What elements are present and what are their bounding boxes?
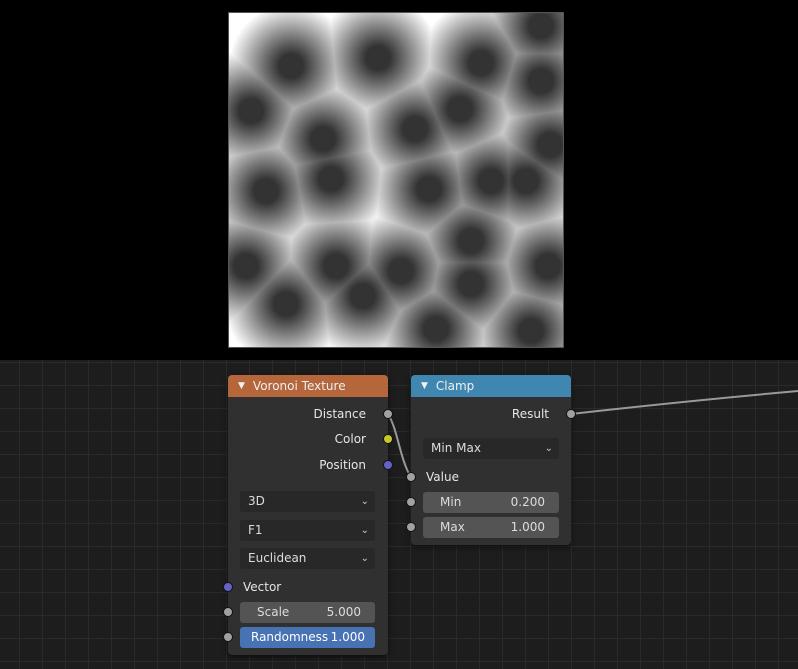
position-socket[interactable]	[383, 460, 393, 470]
randomness-value: 1.000	[330, 630, 365, 644]
clamp-node-header[interactable]: ▼ Clamp	[411, 375, 571, 397]
result-socket[interactable]	[566, 409, 576, 419]
metric-value: Euclidean	[248, 551, 307, 565]
metric-dropdown[interactable]: Euclidean ⌄	[240, 548, 375, 569]
node-editor-canvas[interactable]: ▼ Voronoi Texture Distance Color Position…	[0, 360, 798, 669]
value-input-label: Value	[426, 470, 459, 484]
voronoi-texture-node[interactable]: ▼ Voronoi Texture Distance Color Position…	[223, 375, 393, 655]
chevron-down-icon: ⌄	[360, 525, 369, 536]
vector-input-label: Vector	[243, 580, 282, 594]
chevron-down-icon: ⌄	[360, 496, 369, 507]
scale-socket[interactable]	[223, 607, 233, 617]
clamp-type-dropdown[interactable]: Min Max ⌄	[423, 438, 559, 459]
output-distance: Distance	[313, 407, 366, 421]
vector-socket[interactable]	[223, 582, 233, 592]
value-socket[interactable]	[406, 472, 416, 482]
scale-field[interactable]: Scale 5.000	[240, 602, 375, 623]
min-label: Min	[440, 495, 462, 509]
max-value: 1.000	[510, 520, 545, 534]
randomness-label: Randomness	[251, 630, 329, 644]
link-result-out	[570, 390, 798, 415]
scale-label: Scale	[257, 605, 290, 619]
scale-value: 5.000	[326, 605, 361, 619]
feature-dropdown[interactable]: F1 ⌄	[240, 520, 375, 541]
dimensions-dropdown[interactable]: 3D ⌄	[240, 491, 375, 512]
max-socket[interactable]	[406, 522, 416, 532]
color-socket[interactable]	[383, 434, 393, 444]
dimensions-value: 3D	[248, 494, 265, 508]
max-field[interactable]: Max 1.000	[423, 517, 559, 538]
collapse-triangle-icon[interactable]: ▼	[238, 381, 245, 391]
min-value: 0.200	[510, 495, 545, 509]
randomness-field[interactable]: Randomness 1.000	[240, 627, 375, 648]
max-label: Max	[440, 520, 465, 534]
clamp-type-value: Min Max	[431, 441, 481, 455]
voronoi-node-header[interactable]: ▼ Voronoi Texture	[228, 375, 388, 397]
node-title: Clamp	[435, 379, 475, 393]
randomness-socket[interactable]	[223, 632, 233, 642]
min-field[interactable]: Min 0.200	[423, 492, 559, 513]
texture-preview-area	[0, 0, 798, 360]
chevron-down-icon: ⌄	[544, 443, 553, 454]
chevron-down-icon: ⌄	[360, 553, 369, 564]
output-result: Result	[511, 407, 549, 421]
distance-socket[interactable]	[383, 409, 393, 419]
voronoi-preview-image	[228, 12, 564, 348]
clamp-node[interactable]: ▼ Clamp Result Min Max ⌄ Value Min 0.200 Ma…	[406, 375, 576, 545]
node-links	[387, 390, 798, 478]
collapse-triangle-icon[interactable]: ▼	[421, 381, 428, 391]
output-position: Position	[319, 458, 366, 472]
feature-value: F1	[248, 523, 263, 537]
node-title: Voronoi Texture	[252, 379, 346, 393]
min-socket[interactable]	[406, 497, 416, 507]
output-color: Color	[334, 432, 366, 446]
